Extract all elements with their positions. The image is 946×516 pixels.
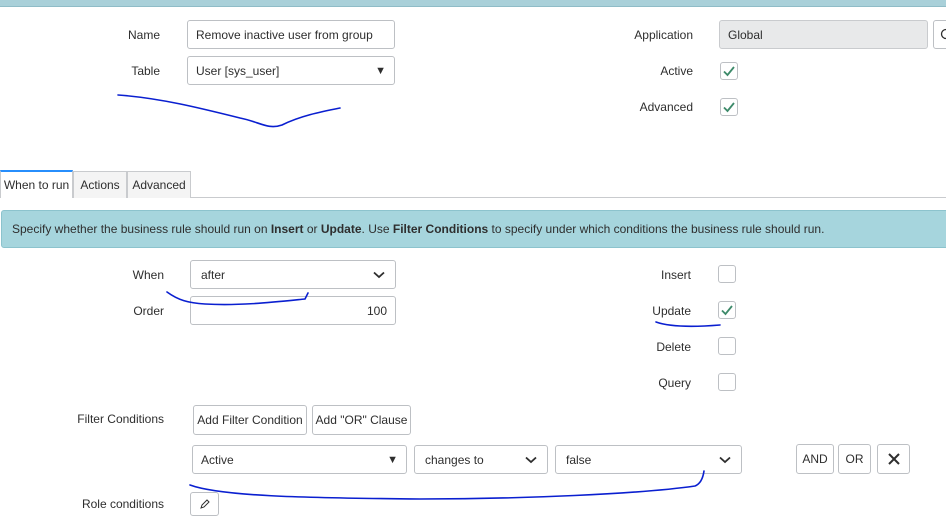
checkmark-icon [722, 64, 736, 78]
when-label: When [100, 268, 164, 282]
application-lookup-button[interactable] [933, 20, 946, 49]
info-filter-conditions: Filter Conditions [393, 222, 488, 236]
info-text: or [304, 222, 321, 236]
table-select[interactable]: User [sys_user] ▼ [187, 56, 395, 85]
order-label: Order [100, 304, 164, 318]
application-value: Global [728, 28, 763, 42]
checkmark-icon [722, 100, 736, 114]
advanced-label: Advanced [600, 100, 693, 114]
search-icon [940, 28, 946, 42]
info-update: Update [321, 222, 362, 236]
and-button[interactable]: AND [796, 444, 834, 474]
filter-value: false [566, 453, 591, 467]
filter-field-value: Active [201, 453, 234, 467]
remove-condition-button[interactable] [877, 444, 910, 474]
dropdown-arrow-icon: ▼ [387, 454, 398, 466]
delete-label: Delete [620, 340, 691, 354]
name-input[interactable]: Remove inactive user from group [187, 20, 395, 49]
query-label: Query [620, 376, 691, 390]
filter-value-select[interactable]: false [555, 445, 742, 474]
filter-operator-select[interactable]: changes to [414, 445, 548, 474]
info-text: . Use [362, 222, 393, 236]
filter-conditions-label: Filter Conditions [40, 412, 164, 426]
tab-advanced[interactable]: Advanced [127, 171, 191, 198]
delete-checkbox[interactable] [718, 337, 736, 355]
chevron-down-icon [719, 454, 731, 466]
application-field: Global [719, 20, 928, 49]
add-or-clause-button[interactable]: Add "OR" Clause [312, 405, 411, 435]
insert-label: Insert [620, 268, 691, 282]
application-label: Application [600, 28, 693, 42]
name-label: Name [100, 28, 160, 42]
info-insert: Insert [271, 222, 304, 236]
role-conditions-label: Role conditions [60, 497, 164, 511]
info-banner: Specify whether the business rule should… [1, 210, 946, 248]
add-filter-condition-button[interactable]: Add Filter Condition [193, 405, 307, 435]
dropdown-arrow-icon: ▼ [375, 65, 386, 77]
chevron-down-icon [373, 269, 385, 281]
advanced-checkbox[interactable] [720, 98, 738, 116]
table-value: User [sys_user] [196, 64, 279, 78]
when-value: after [201, 268, 225, 282]
tab-actions[interactable]: Actions [73, 171, 127, 198]
header-bar [0, 0, 946, 7]
chevron-down-icon [525, 454, 537, 466]
active-label: Active [600, 64, 693, 78]
info-text: Specify whether the business rule should… [12, 222, 271, 236]
update-label: Update [620, 304, 691, 318]
info-text: to specify under which conditions the bu… [488, 222, 824, 236]
query-checkbox[interactable] [718, 373, 736, 391]
filter-field-select[interactable]: Active ▼ [192, 445, 407, 474]
or-button[interactable]: OR [838, 444, 871, 474]
pencil-icon [199, 498, 211, 510]
tab-when-to-run[interactable]: When to run [0, 170, 73, 198]
edit-role-conditions-button[interactable] [190, 492, 219, 516]
name-value: Remove inactive user from group [196, 28, 373, 42]
table-label: Table [100, 64, 160, 78]
insert-checkbox[interactable] [718, 265, 736, 283]
when-select[interactable]: after [190, 260, 396, 289]
active-checkbox[interactable] [720, 62, 738, 80]
filter-operator-value: changes to [425, 453, 484, 467]
close-icon [887, 452, 901, 466]
order-value: 100 [367, 304, 387, 318]
order-input[interactable]: 100 [190, 296, 396, 325]
update-checkbox[interactable] [718, 301, 736, 319]
checkmark-icon [720, 303, 734, 317]
